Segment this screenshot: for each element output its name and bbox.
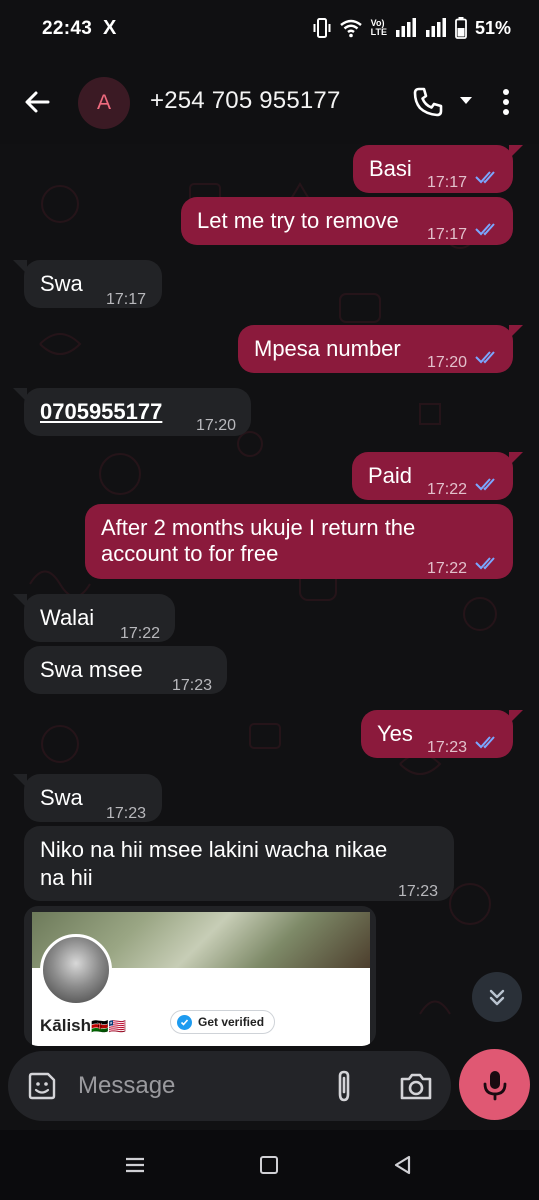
message-time: 17:23 <box>106 805 147 822</box>
read-ticks-icon <box>475 478 495 491</box>
caret-down-icon[interactable] <box>456 90 476 110</box>
message-time: 17:17 <box>106 291 147 308</box>
message-time: 17:23 <box>427 739 468 756</box>
message-input[interactable] <box>78 1068 308 1104</box>
message-time: 17:17 <box>427 226 468 243</box>
message-time: 17:22 <box>120 625 161 642</box>
phone-number-link[interactable]: 0705955177 <box>40 398 162 426</box>
double-chevron-down-icon <box>489 989 505 1006</box>
message-bubble-incoming[interactable]: Swa msee 17:23 <box>24 646 227 694</box>
paperclip-icon[interactable] <box>330 1068 358 1104</box>
message-bubble-outgoing[interactable]: Basi 17:17 <box>353 145 513 193</box>
sticker-icon[interactable] <box>26 1070 58 1102</box>
system-nav-bar <box>0 1130 539 1200</box>
bubble-tail <box>509 452 523 466</box>
message-text: Swa <box>40 271 83 296</box>
message-text: Paid <box>368 463 413 488</box>
message-bubble-outgoing[interactable]: Paid 17:22 <box>352 452 513 500</box>
message-time: 17:22 <box>427 560 468 577</box>
scroll-to-bottom-button[interactable] <box>472 972 522 1022</box>
avatar-letter: A <box>96 91 111 114</box>
message-bubble-outgoing[interactable]: Let me try to remove 17:17 <box>181 197 513 245</box>
status-bar: 22:43 X Vo) LTE 51% <box>0 0 539 60</box>
chat-header: A +254 705 955177 <box>0 60 539 144</box>
message-text-line2: account to for free <box>101 541 279 566</box>
preview-avatar <box>40 934 112 1006</box>
image-preview-message[interactable]: Kālish🇰🇪🇱🇷 Get verified <box>24 906 376 1046</box>
volte-icon: Vo) LTE <box>371 19 387 37</box>
back-arrow-icon[interactable] <box>20 84 56 120</box>
signal-icon <box>395 18 416 37</box>
message-text-line1: After 2 months ukuje I return the <box>101 515 416 540</box>
message-text: Mpesa number <box>254 336 401 361</box>
message-time: 17:23 <box>172 677 213 694</box>
message-bubble-outgoing[interactable]: Yes 17:23 <box>361 710 513 758</box>
recents-icon[interactable] <box>124 1156 146 1174</box>
message-bubble-incoming[interactable]: Niko na hii msee lakini wacha nikae na h… <box>24 826 454 901</box>
bubble-tail <box>13 260 27 274</box>
message-bubble-outgoing[interactable]: Mpesa number 17:20 <box>238 325 513 373</box>
read-ticks-icon <box>475 171 495 184</box>
battery-percent: 51% <box>474 17 511 38</box>
message-time: 17:22 <box>427 481 468 498</box>
message-text-line2: na hii <box>40 865 93 890</box>
message-time: 17:23 <box>398 883 439 900</box>
status-icons: Vo) LTE 51% <box>313 17 511 39</box>
status-time: 22:43 <box>42 18 93 39</box>
message-time: 17:17 <box>427 174 468 191</box>
phone-icon[interactable] <box>410 84 446 120</box>
battery-icon <box>455 17 467 39</box>
message-text: Basi <box>369 156 412 181</box>
bubble-tail <box>13 774 27 788</box>
wifi-icon <box>339 19 362 38</box>
message-bubble-incoming[interactable]: Swa 17:17 <box>24 260 162 308</box>
verified-label: Get verified <box>198 1015 265 1029</box>
message-text: Let me try to remove <box>197 208 399 233</box>
preview-name: Kālish🇰🇪🇱🇷 <box>40 1016 126 1036</box>
vibrate-icon <box>313 18 331 38</box>
mic-icon <box>483 1070 506 1100</box>
bubble-tail <box>509 145 523 159</box>
home-icon[interactable] <box>260 1156 278 1174</box>
bubble-tail <box>509 710 523 724</box>
read-ticks-icon <box>475 223 495 236</box>
message-text-line1: Niko na hii msee lakini wacha nikae <box>40 837 388 862</box>
preview-name-text: Kālish <box>40 1016 92 1035</box>
message-text: Swa msee <box>40 657 143 682</box>
bubble-tail <box>13 388 27 402</box>
message-time: 17:20 <box>196 417 237 434</box>
message-bubble-outgoing[interactable]: After 2 months ukuje I return the accoun… <box>85 504 513 579</box>
verified-check-icon <box>177 1014 192 1030</box>
bubble-tail <box>13 594 27 608</box>
camera-icon[interactable] <box>398 1070 434 1102</box>
voice-record-button[interactable] <box>459 1049 530 1120</box>
bubble-tail <box>509 325 523 339</box>
message-time: 17:20 <box>427 354 468 371</box>
x-logo-icon: X <box>103 17 117 39</box>
message-bubble-incoming[interactable]: Walai 17:22 <box>24 594 175 642</box>
message-bubble-incoming[interactable]: Swa 17:23 <box>24 774 162 822</box>
preview-flags: 🇰🇪🇱🇷 <box>91 1018 126 1034</box>
message-text: Swa <box>40 785 83 810</box>
more-vert-icon[interactable] <box>494 84 518 120</box>
read-ticks-icon <box>475 557 495 570</box>
volte-bottom-text: LTE <box>370 27 387 37</box>
message-bubble-incoming[interactable]: 0705955177 17:20 <box>24 388 251 436</box>
read-ticks-icon <box>475 351 495 364</box>
get-verified-badge: Get verified <box>170 1010 276 1034</box>
nav-back-icon[interactable] <box>392 1154 414 1176</box>
contact-name[interactable]: +254 705 955177 <box>150 87 341 115</box>
avatar[interactable]: A <box>78 77 130 129</box>
read-ticks-icon <box>475 736 495 749</box>
message-text: Walai <box>40 605 95 630</box>
signal-icon <box>425 18 446 37</box>
message-text: Yes <box>377 721 413 746</box>
